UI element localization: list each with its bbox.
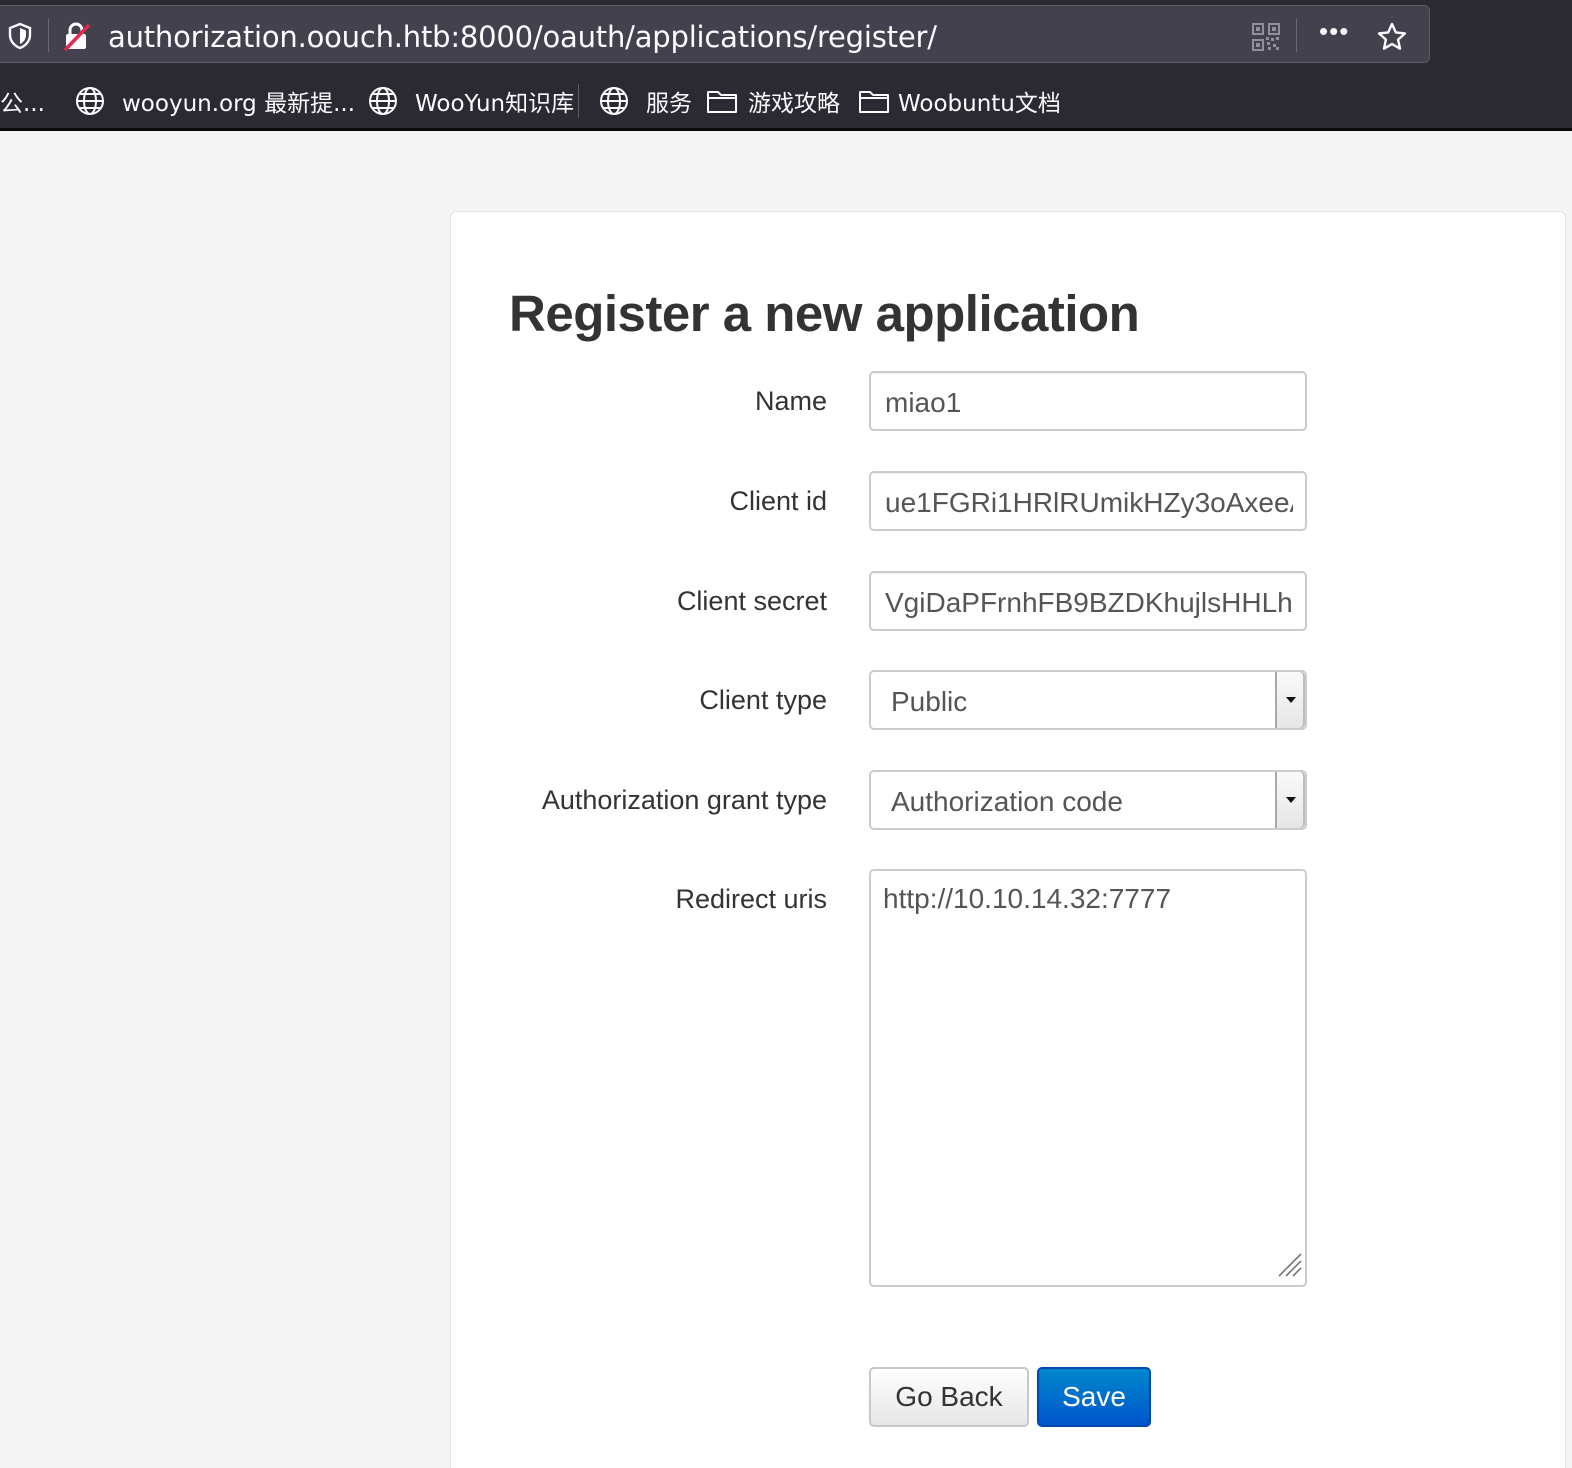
browser-chrome: authorization.oouch.htb:8000/oauth/appli… bbox=[0, 0, 1572, 131]
page-title: Register a new application bbox=[509, 285, 1140, 342]
client-secret-value: VgiDaPFrnhFB9BZDKhujlsHHLhX bbox=[885, 587, 1293, 618]
address-bar[interactable]: authorization.oouch.htb:8000/oauth/appli… bbox=[0, 5, 1430, 63]
insecure-lock-icon[interactable] bbox=[63, 22, 91, 57]
divider bbox=[0, 128, 1572, 131]
folder-icon bbox=[707, 91, 737, 113]
dropdown-arrow-icon[interactable] bbox=[1275, 772, 1305, 828]
divider bbox=[578, 84, 579, 118]
client-type-select[interactable]: Public bbox=[869, 670, 1307, 730]
bookmark-label: Woobuntu文档 bbox=[898, 91, 1061, 117]
redirect-uris-textarea[interactable]: http://10.10.14.32:7777 bbox=[869, 869, 1307, 1287]
bookmark-label: wooyun.org 最新提... bbox=[122, 91, 355, 117]
bookmark-item[interactable]: wooyun.org 最新提... bbox=[74, 78, 355, 124]
redirect-uris-label: Redirect uris bbox=[675, 884, 827, 914]
globe-icon bbox=[369, 87, 397, 115]
bookmark-item[interactable]: 公... bbox=[0, 78, 45, 124]
globe-icon bbox=[600, 87, 628, 115]
redirect-uris-value: http://10.10.14.32:7777 bbox=[883, 883, 1172, 914]
folder-icon bbox=[859, 91, 889, 113]
bookmark-folder[interactable]: Woobuntu文档 bbox=[858, 78, 1061, 124]
globe-icon bbox=[76, 87, 104, 115]
name-value: miao1 bbox=[885, 387, 962, 418]
bookmark-label: 游戏攻略 bbox=[748, 91, 840, 117]
bookmark-star-icon[interactable] bbox=[1376, 21, 1408, 58]
go-back-button[interactable]: Go Back bbox=[869, 1367, 1029, 1427]
more-actions-icon[interactable]: ••• bbox=[1319, 18, 1349, 44]
grant-type-value: Authorization code bbox=[891, 786, 1123, 817]
save-button[interactable]: Save bbox=[1037, 1367, 1151, 1427]
url-text[interactable]: authorization.oouch.htb:8000/oauth/appli… bbox=[108, 20, 937, 54]
qr-code-icon[interactable] bbox=[1251, 22, 1281, 57]
bookmarks-toolbar: 公... wooyun.org 最新提... WooYun知识库 服务 游戏攻略… bbox=[0, 78, 1572, 124]
client-type-value: Public bbox=[891, 686, 968, 717]
bookmark-item[interactable]: WooYun知识库 bbox=[367, 78, 574, 124]
client-type-label: Client type bbox=[699, 685, 827, 715]
grant-type-label: Authorization grant type bbox=[541, 785, 827, 815]
client-id-value: ue1FGRi1HRlRUmikHZy3oAxeeA bbox=[885, 487, 1293, 518]
resize-handle-icon[interactable] bbox=[1275, 1250, 1303, 1283]
bookmark-label: 服务 bbox=[646, 91, 692, 117]
dropdown-arrow-icon[interactable] bbox=[1275, 672, 1305, 728]
client-secret-label: Client secret bbox=[676, 586, 827, 616]
bookmark-folder[interactable]: 游戏攻略 bbox=[706, 78, 840, 124]
client-id-input[interactable]: ue1FGRi1HRlRUmikHZy3oAxeeA bbox=[869, 471, 1307, 531]
grant-type-select[interactable]: Authorization code bbox=[869, 770, 1307, 830]
client-id-label: Client id bbox=[729, 486, 827, 516]
bookmark-label: 公... bbox=[0, 91, 45, 117]
name-label: Name bbox=[754, 386, 827, 416]
register-application-card: Register a new application Name miao1 Cl… bbox=[450, 211, 1566, 1468]
name-input[interactable]: miao1 bbox=[869, 371, 1307, 431]
client-secret-input[interactable]: VgiDaPFrnhFB9BZDKhujlsHHLhX bbox=[869, 571, 1307, 631]
divider bbox=[1296, 18, 1297, 52]
shield-icon[interactable] bbox=[7, 22, 33, 55]
divider bbox=[48, 18, 49, 52]
bookmark-item[interactable]: 服务 bbox=[598, 78, 692, 124]
bookmark-label: WooYun知识库 bbox=[415, 91, 575, 117]
